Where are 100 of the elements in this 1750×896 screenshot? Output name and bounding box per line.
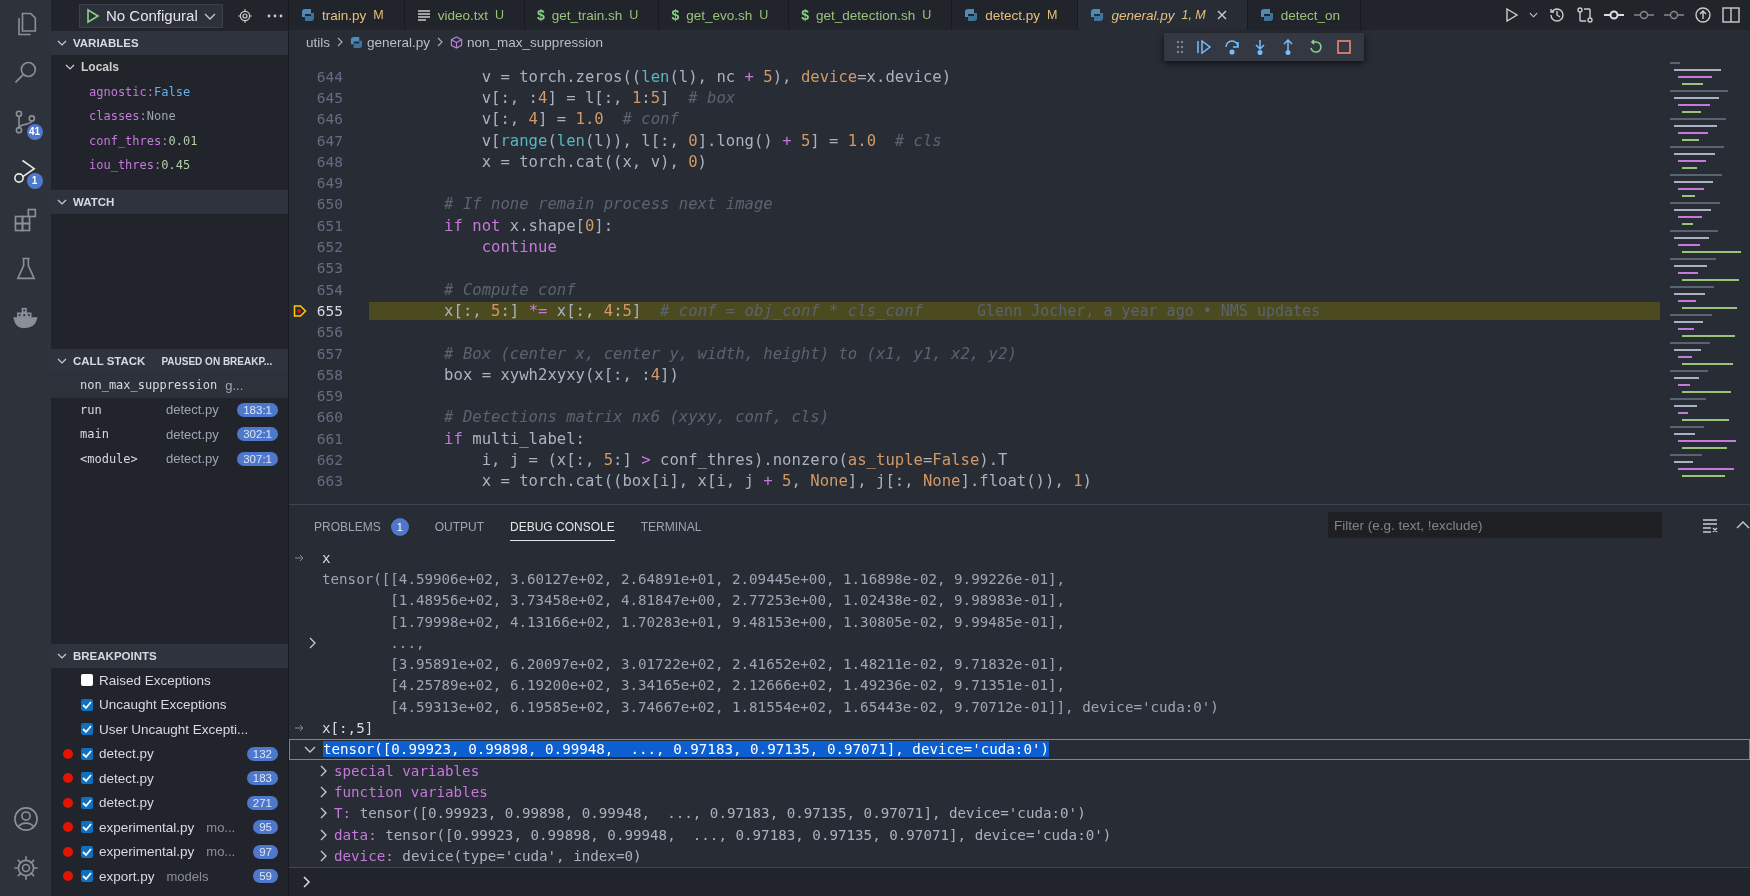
section-header[interactable]: VARIABLES [51,31,288,55]
chevron-right-icon[interactable] [318,849,328,862]
settings-icon[interactable] [236,7,253,24]
variable-row[interactable]: conf_thres:0.01 [51,128,288,153]
section-header[interactable]: CALL STACK PAUSED ON BREAKP... [51,349,288,373]
shell-file-icon: $ [671,7,680,23]
stack-frame[interactable]: run detect.py 183:1 [51,397,288,422]
breakpoint-label[interactable]: detect.py [99,795,154,811]
console-tree-item[interactable]: special variables [289,759,1750,782]
prompt-chevron-icon[interactable] [302,876,312,888]
configuration-dropdown[interactable]: No Configural [79,3,223,28]
checkbox[interactable] [81,870,93,883]
scope-row[interactable]: Locals [51,55,288,80]
breakpoint-dot[interactable] [63,822,73,833]
breakpoint-dot[interactable] [63,797,73,808]
variable-row[interactable]: classes:None [51,104,288,129]
breakpoint-label[interactable]: experimental.py [99,844,195,860]
checkbox[interactable] [81,723,93,736]
stack-frame[interactable]: main detect.py 302:1 [51,422,288,447]
run-icon[interactable] [1505,7,1519,23]
editor-tab[interactable]: video.txt U [404,0,525,30]
variable-row[interactable]: iou_thres:0.45 [51,153,288,178]
chevron-right-icon[interactable] [318,764,328,777]
stack-frame[interactable]: <module> detect.py 307:1 [51,446,288,471]
step-into-icon[interactable] [1252,39,1268,55]
line-number: 655 [315,302,343,319]
console-tree-item[interactable]: data: tensor([0.99923, 0.99898, 0.99948, ..., 0.97183, 0.97135, 0.97071], device='cuda:0') [289,823,1750,846]
history-icon[interactable] [1548,6,1566,24]
panel-tab[interactable]: DEBUG CONSOLE [510,509,615,541]
editor-tab[interactable]: detect_on [1247,0,1362,30]
checkbox[interactable] [81,821,93,834]
chevron-up-icon[interactable] [1736,520,1750,530]
breakpoint-dot[interactable] [63,748,73,759]
section-header[interactable]: BREAKPOINTS [51,644,288,668]
python-file-icon [350,35,363,49]
chevron-right-icon[interactable] [318,828,328,841]
stack-frame[interactable]: non_max_suppression g... [51,373,288,398]
breakpoint-dot[interactable] [63,846,73,857]
info-icon[interactable] [1694,6,1712,24]
chevron-right-icon[interactable] [318,785,328,798]
section-header[interactable]: WATCH [51,190,288,214]
breakpoint-dot[interactable] [63,773,73,784]
variable-row[interactable]: agnostic:False [51,79,288,104]
code-text: v[range(len(l)), l[:, 0].long() + 5] = 1.0 # cls [480,131,942,150]
split-editor-icon[interactable] [1722,7,1740,23]
console-tree-item[interactable]: device: device(type='cuda', index=0) [289,845,1750,867]
line-badge: 183 [246,771,278,786]
breakpoint-label[interactable]: experimental.py [99,819,195,835]
editor-tab[interactable]: $ get_train.sh U [525,0,660,30]
editor-tab[interactable]: $ get_evo.sh U [659,0,790,30]
breadcrumb[interactable]: utils [306,34,330,50]
editor-tab[interactable]: general.py 1, M [1078,0,1248,30]
breakpoint-label[interactable]: export.py [99,868,155,884]
breakpoint-label[interactable]: detect.py [99,746,154,762]
restart-icon[interactable] [1308,39,1324,55]
console-output: tensor([[4.59906e+02, 3.60127e+02, 2.64891e+01, 2.09445e+00, 1.16898e-02, 9.99226e-01], [322,570,1066,587]
console-tree-item[interactable]: function variables [289,781,1750,803]
editor-tab[interactable]: train.py M [289,0,405,30]
breadcrumb[interactable]: general.py [350,34,431,50]
chevron-down-icon[interactable] [304,744,316,755]
breadcrumb[interactable]: non_max_suppression [450,34,603,50]
breakpoint-label[interactable]: User Uncaught Excepti... [99,721,249,737]
close-icon[interactable] [1216,10,1227,20]
panel-tab[interactable]: TERMINAL [640,509,702,541]
breakpoint-label[interactable]: Raised Exceptions [99,672,211,688]
step-over-icon[interactable] [1224,39,1240,55]
filter-field[interactable]: Filter (e.g. text, !exclude) [1328,512,1662,538]
checkbox[interactable] [81,674,93,687]
chevron-down-icon[interactable] [1529,11,1538,19]
compare-icon[interactable] [1576,6,1594,24]
text-file-icon [416,9,431,21]
drag-handle-icon[interactable] [1176,40,1184,54]
breakpoint-label[interactable]: detect.py [99,770,154,786]
checkbox[interactable] [81,698,93,711]
chevron-right-icon[interactable] [307,636,317,649]
more-icon[interactable] [266,13,283,18]
checkbox[interactable] [81,747,93,760]
panel-tab[interactable]: OUTPUT [434,509,485,541]
breakpoint-dot[interactable] [63,871,73,882]
chevron-down-icon [57,652,67,660]
line-badge: 59 [253,869,278,884]
continue-icon[interactable] [1196,39,1212,55]
settings-icon[interactable] [11,854,40,882]
line-number: 663 [315,473,343,490]
account-icon[interactable] [11,805,40,833]
console-result-row[interactable]: tensor([0.99923, 0.99898, 0.99948, ..., 0.97183, 0.97135, 0.97071], device='cuda:0') [289,738,1750,760]
chevron-right-icon[interactable] [318,807,328,820]
commit-icon[interactable] [1604,8,1624,22]
checkbox[interactable] [81,796,93,809]
panel-tab[interactable]: PROBLEMS 1 [314,509,409,541]
breakpoint-label[interactable]: Uncaught Exceptions [99,697,227,713]
clear-console-icon[interactable] [1702,517,1720,533]
checkbox[interactable] [81,772,93,785]
play-icon[interactable] [86,7,100,24]
console-tree-item[interactable]: T: tensor([0.99923, 0.99898, 0.99948, ..., 0.97183, 0.97135, 0.97071], device='cuda:0') [289,802,1750,824]
editor-tab[interactable]: $ get_detection.sh U [789,0,953,30]
line-number: 653 [315,260,343,277]
checkbox[interactable] [81,845,93,858]
stop-icon[interactable] [1336,39,1352,55]
code-text: # Compute conf [443,280,576,299]
